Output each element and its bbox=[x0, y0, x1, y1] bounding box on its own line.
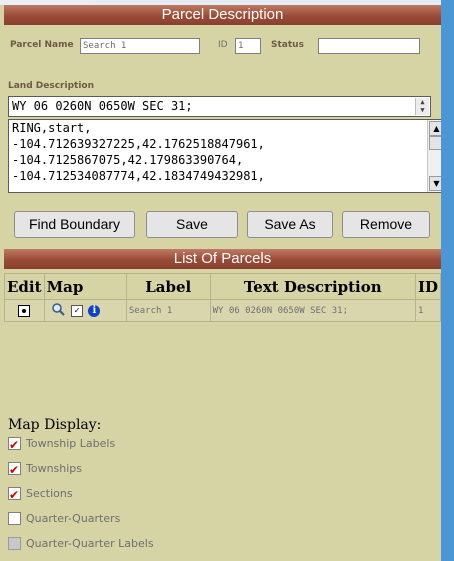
land-description-input[interactable]: WY 06 0260N 0650W SEC 31; ▲ ▼ bbox=[8, 96, 431, 117]
ring-scrollbar[interactable]: ▲ ▼ bbox=[427, 120, 441, 192]
column-header-edit: Edit bbox=[4, 273, 45, 300]
column-header-label: Label bbox=[125, 273, 211, 300]
scroll-thumb[interactable] bbox=[429, 136, 441, 150]
status-input[interactable] bbox=[318, 38, 420, 54]
status-label: Status bbox=[271, 40, 304, 50]
parcels-table: Edit Map Label Text Description ID ✓ i S… bbox=[4, 273, 441, 322]
map-option-label: Quarter-Quarter Labels bbox=[26, 537, 154, 550]
ring-line: RING,start, bbox=[12, 121, 92, 135]
map-option-label: Quarter-Quarters bbox=[26, 512, 121, 525]
info-icon[interactable]: i bbox=[88, 304, 101, 317]
save-button[interactable]: Save bbox=[146, 211, 238, 238]
parcel-name-label: Parcel Name bbox=[10, 40, 74, 50]
column-header-text-description: Text Description bbox=[209, 273, 416, 300]
list-of-parcels-header: List Of Parcels bbox=[4, 249, 441, 269]
sections-checkbox[interactable] bbox=[8, 486, 21, 504]
magnifier-icon[interactable] bbox=[51, 302, 66, 320]
save-as-button[interactable]: Save As bbox=[247, 211, 333, 238]
map-option-townships[interactable]: Townships bbox=[8, 460, 83, 479]
label-cell: Search 1 bbox=[125, 299, 211, 322]
map-option-label: Sections bbox=[26, 487, 73, 500]
map-option-label: Township Labels bbox=[26, 437, 116, 450]
id-cell: 1 bbox=[414, 299, 441, 322]
quarter-quarter-labels-checkbox bbox=[8, 537, 21, 550]
quarter-quarters-checkbox[interactable] bbox=[8, 512, 21, 525]
table-row: ✓ i Search 1 WY 06 0260N 0650W SEC 31; 1 bbox=[4, 299, 441, 322]
map-visible-checkbox[interactable]: ✓ bbox=[70, 304, 83, 317]
ring-coordinates-textarea[interactable]: RING,start, -104.712639327225,42.1762518… bbox=[8, 119, 441, 193]
edit-radio[interactable] bbox=[18, 304, 31, 317]
ring-line: -104.712534087774,42.1834749432981, bbox=[12, 169, 265, 183]
ring-line: -104.712639327225,42.1762518847961, bbox=[12, 137, 265, 151]
text-description-cell: WY 06 0260N 0650W SEC 31; bbox=[209, 299, 416, 322]
parcel-name-input[interactable]: Search 1 bbox=[80, 38, 200, 54]
ring-line: -104.7125867075,42.179863390764, bbox=[12, 153, 244, 167]
map-option-township-labels[interactable]: Township Labels bbox=[8, 435, 116, 454]
map-option-sections[interactable]: Sections bbox=[8, 485, 73, 504]
land-description-label: Land Description bbox=[8, 81, 95, 91]
edit-cell bbox=[4, 299, 45, 322]
land-description-value: WY 06 0260N 0650W SEC 31; bbox=[12, 99, 193, 113]
id-input[interactable]: 1 bbox=[235, 38, 261, 54]
townships-checkbox[interactable] bbox=[8, 461, 21, 479]
parcel-panel: Parcel Description Parcel Name Search 1 … bbox=[0, 5, 441, 561]
land-description-spinner[interactable]: ▲ ▼ bbox=[415, 98, 429, 115]
map-display-title: Map Display: bbox=[8, 417, 102, 433]
window-right-edge bbox=[441, 0, 454, 561]
parcel-description-header: Parcel Description bbox=[4, 5, 441, 25]
id-label: ID bbox=[218, 40, 228, 50]
map-option-label: Townships bbox=[26, 462, 83, 475]
column-header-id: ID bbox=[414, 273, 441, 300]
remove-button[interactable]: Remove bbox=[342, 211, 430, 238]
map-option-quarter-quarter-labels: Quarter-Quarter Labels bbox=[8, 535, 154, 553]
spin-down-icon[interactable]: ▼ bbox=[416, 106, 429, 114]
column-header-map: Map bbox=[43, 273, 127, 300]
scroll-down-icon[interactable]: ▼ bbox=[429, 176, 441, 191]
map-option-quarter-quarters[interactable]: Quarter-Quarters bbox=[8, 510, 121, 528]
scroll-up-icon[interactable]: ▲ bbox=[429, 121, 441, 136]
find-boundary-button[interactable]: Find Boundary bbox=[14, 211, 135, 238]
township-labels-checkbox[interactable] bbox=[8, 436, 21, 454]
map-cell: ✓ i bbox=[43, 299, 127, 322]
spin-up-icon[interactable]: ▲ bbox=[416, 98, 429, 106]
table-header-row: Edit Map Label Text Description ID bbox=[4, 273, 441, 300]
